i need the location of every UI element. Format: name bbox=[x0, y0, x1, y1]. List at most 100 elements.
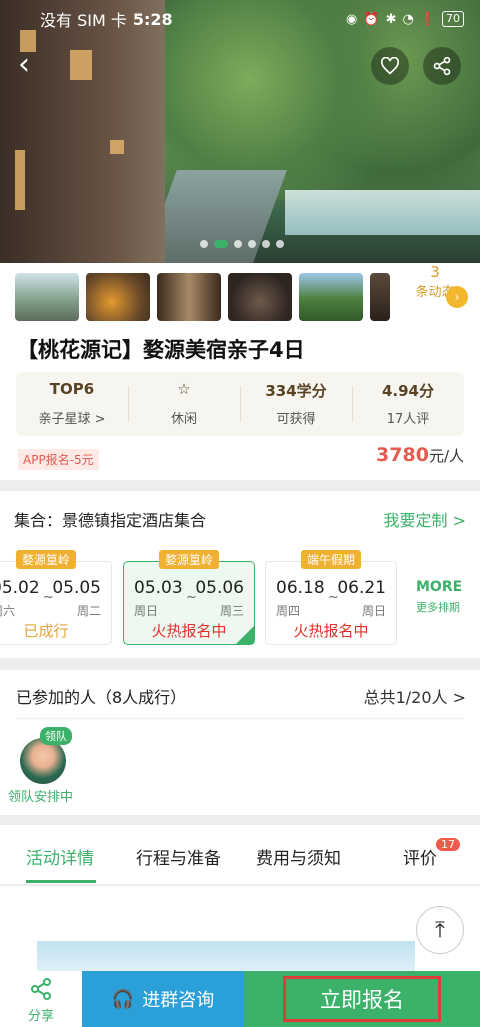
weekday-end: 周三 bbox=[219, 604, 244, 618]
arrow-right-icon[interactable]: › bbox=[446, 286, 468, 308]
date-options: 婺源篁岭 05.0205.05 ~ 周六周二 已成行 婺源篁岭 05.0305.… bbox=[0, 550, 480, 651]
weekday-start: 周四 bbox=[276, 604, 301, 618]
date-end: 05.05 bbox=[52, 578, 101, 598]
more-title: MORE bbox=[416, 579, 463, 595]
active-tab-indicator bbox=[26, 880, 96, 883]
stat-rank[interactable]: TOP6 亲子星球 > bbox=[16, 372, 128, 436]
dynamics-link[interactable]: 3 条动态 › bbox=[390, 263, 480, 330]
date-start: 06.18 bbox=[276, 578, 325, 598]
stat-label: 亲子星球 > bbox=[38, 412, 106, 427]
stat-type: ☆ 休闲 bbox=[128, 372, 240, 436]
stat-rating[interactable]: 4.94分 17人评 bbox=[352, 372, 464, 436]
bottom-bar: 分享 🎧 进群咨询 立即报名 bbox=[0, 971, 480, 1027]
thumbnail[interactable] bbox=[15, 272, 79, 321]
customize-link[interactable]: 我要定制 > bbox=[384, 507, 467, 531]
scroll-to-top-icon[interactable]: ⤒ bbox=[416, 906, 464, 954]
price-amount: 3780 bbox=[376, 444, 429, 466]
leader-badge: 领队 bbox=[40, 727, 72, 745]
carousel-dot bbox=[200, 240, 208, 248]
status-bar: 没有 SIM 卡 5:28 ◉ ⏰ ✱ ◔ ❗ 70 bbox=[0, 0, 480, 38]
thumbnail[interactable] bbox=[299, 272, 363, 321]
stat-label: 17人评 bbox=[386, 412, 430, 427]
hero-building bbox=[0, 0, 165, 263]
carousel-dot bbox=[234, 240, 242, 248]
participants-section: 已参加的人（8人成行） 总共1/20人 > 领队 领队安排中 bbox=[0, 670, 480, 815]
share-button[interactable]: 分享 bbox=[0, 971, 82, 1027]
consult-button[interactable]: 🎧 进群咨询 bbox=[82, 971, 244, 1027]
price: 3780元/人 bbox=[376, 444, 464, 466]
tab-itinerary[interactable]: 行程与准备 bbox=[136, 844, 221, 869]
review-count-badge: 17 bbox=[436, 838, 460, 851]
date-end: 06.21 bbox=[337, 578, 386, 598]
stat-label: 可获得 bbox=[276, 412, 316, 427]
dynamics-count: 3 bbox=[430, 263, 440, 281]
stat-value: TOP6 bbox=[49, 380, 95, 398]
schedule-section: 集合：景德镇指定酒店集合 我要定制 > 婺源篁岭 05.0205.05 ~ 周六… bbox=[0, 491, 480, 658]
carrier-text: 没有 SIM 卡 bbox=[40, 11, 127, 30]
product-summary: 【桃花源记】婺源美宿亲子4日 TOP6 亲子星球 > ☆ 休闲 334学分 可获… bbox=[0, 330, 480, 480]
detail-content bbox=[0, 886, 480, 981]
carousel-dot bbox=[262, 240, 270, 248]
bluetooth-icon: ✱ bbox=[385, 11, 397, 27]
product-title: 【桃花源记】婺源美宿亲子4日 bbox=[17, 338, 305, 362]
date-start: 05.02 bbox=[0, 578, 40, 598]
stat-value: 334学分 bbox=[265, 382, 327, 400]
date-status: 火热报名中 bbox=[151, 622, 227, 640]
date-card[interactable]: 婺源篁岭 05.0205.05 ~ 周六周二 已成行 bbox=[0, 550, 112, 645]
participants-heading: 已参加的人（8人成行） bbox=[16, 688, 187, 707]
detail-tabs: 活动详情 行程与准备 费用与须知 评价 17 bbox=[0, 825, 480, 885]
date-status: 火热报名中 bbox=[293, 622, 369, 640]
signup-button[interactable]: 立即报名 bbox=[244, 971, 480, 1027]
divider bbox=[16, 718, 464, 719]
consult-label: 进群咨询 bbox=[142, 990, 215, 1011]
price-unit: 元/人 bbox=[428, 447, 464, 465]
thumbnail[interactable] bbox=[157, 272, 221, 321]
stat-value: 4.94分 bbox=[381, 382, 434, 400]
back-icon[interactable]: ‹ bbox=[18, 50, 48, 80]
hero-image[interactable] bbox=[0, 0, 480, 263]
check-corner-icon bbox=[236, 626, 254, 644]
carousel-dots bbox=[200, 240, 284, 248]
leader-name: 领队安排中 bbox=[8, 790, 74, 805]
date-tag: 婺源篁岭 bbox=[158, 550, 220, 569]
alarm-icon: ⏰ bbox=[363, 11, 380, 27]
carousel-dot bbox=[276, 240, 284, 248]
date-status: 已成行 bbox=[23, 622, 69, 640]
weekday-start: 周日 bbox=[134, 604, 159, 618]
tab-reviews[interactable]: 评价 bbox=[403, 844, 437, 869]
participants-total[interactable]: 总共1/20人 > bbox=[364, 684, 466, 708]
thumbnail[interactable] bbox=[86, 272, 150, 321]
date-start: 05.03 bbox=[134, 578, 183, 598]
share-label: 分享 bbox=[27, 1009, 54, 1024]
share-icon[interactable] bbox=[423, 47, 461, 85]
date-card-selected[interactable]: 婺源篁岭 05.03 05.06 ~ 周日 周三 火热报名中 bbox=[123, 550, 255, 645]
date-end: 05.06 bbox=[195, 578, 244, 598]
favorite-heart-icon[interactable] bbox=[371, 47, 409, 85]
meeting-point: 集合：景德镇指定酒店集合 bbox=[14, 511, 207, 530]
signup-label: 立即报名 bbox=[283, 976, 441, 1022]
carousel-dot bbox=[248, 240, 256, 248]
weekday-start: 周六 bbox=[0, 604, 16, 618]
status-time: 5:28 bbox=[132, 9, 173, 29]
share-icon bbox=[0, 977, 82, 1005]
star-icon: ☆ bbox=[177, 380, 191, 398]
thumbnail[interactable] bbox=[228, 272, 292, 321]
more-sub: 更多排期 bbox=[416, 601, 460, 614]
hero-waterfall bbox=[285, 190, 480, 235]
app-discount-tag: APP报名-5元 bbox=[18, 449, 99, 470]
date-card[interactable]: 端午假期 06.18 06.21 ~ 周四 周日 火热报名中 bbox=[265, 550, 397, 645]
stats-bar: TOP6 亲子星球 > ☆ 休闲 334学分 可获得 4.94分 17人评 bbox=[16, 372, 464, 436]
tab-details[interactable]: 活动详情 bbox=[26, 844, 94, 869]
weekday-end: 周二 bbox=[76, 604, 101, 618]
headset-icon: 🎧 bbox=[111, 988, 135, 1010]
tab-fees[interactable]: 费用与须知 bbox=[256, 844, 341, 869]
thumbnail[interactable] bbox=[370, 272, 390, 321]
stat-credits: 334学分 可获得 bbox=[240, 372, 352, 436]
eye-icon: ◉ bbox=[346, 11, 358, 27]
date-tag: 婺源篁岭 bbox=[15, 550, 77, 569]
carousel-dot-active bbox=[214, 240, 228, 248]
stat-label: 休闲 bbox=[170, 412, 197, 427]
wifi-icon: ◔ bbox=[402, 11, 414, 27]
more-dates-button[interactable]: MORE 更多排期 bbox=[416, 579, 480, 615]
alert-icon: ❗ bbox=[419, 11, 436, 27]
